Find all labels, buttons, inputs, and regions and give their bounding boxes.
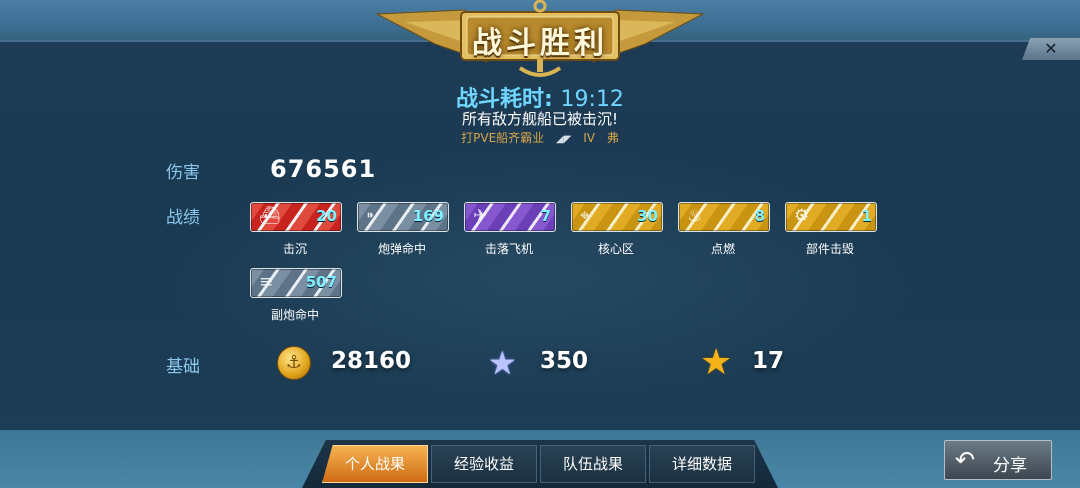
exp-star-icon: ★ bbox=[488, 344, 517, 382]
stat-badge: ⛴ 20 bbox=[250, 202, 342, 232]
share-label: 分享 bbox=[993, 456, 1027, 476]
credits-value: 28160 bbox=[331, 348, 412, 374]
stat-gear[interactable]: ⚙ 1 部件击毁 bbox=[785, 202, 877, 264]
plane-down-icon: ✈ bbox=[473, 206, 488, 226]
stat-badge: ⚙ 1 bbox=[785, 202, 877, 232]
close-icon: ✕ bbox=[1044, 39, 1058, 58]
tab-detailed-data[interactable]: 详细数据 bbox=[649, 445, 755, 483]
fire-icon: ♨ bbox=[687, 206, 703, 226]
ship-tier: IV bbox=[583, 131, 595, 145]
stat-badge: ⌖ 30 bbox=[571, 202, 663, 232]
credits-coin-icon: ⚓ bbox=[277, 346, 311, 380]
stat-caption: 核心区 bbox=[597, 242, 634, 256]
stat-count: 1 bbox=[861, 207, 872, 225]
stat-count: 7 bbox=[540, 207, 551, 225]
stat-shell-hit[interactable]: ⁍ 169 炮弹命中 bbox=[357, 202, 449, 264]
stat-caption: 击落飞机 bbox=[484, 242, 533, 256]
mode-name: 打PVE船齐霸业 bbox=[461, 131, 545, 145]
damage-label: 伤害 bbox=[166, 163, 200, 183]
exp-value: 350 bbox=[540, 348, 589, 374]
share-arrow-icon: ↶ bbox=[955, 446, 976, 474]
citadel-icon: ⌖ bbox=[580, 206, 590, 226]
damage-value: 676561 bbox=[270, 155, 377, 183]
base-label: 基础 bbox=[166, 357, 200, 377]
battle-mode-info: 打PVE船齐霸业 ◢◤ IV 弗 bbox=[340, 129, 740, 146]
shell-hit-icon: ⁍ bbox=[366, 206, 375, 226]
stat-caption: 部件击毁 bbox=[805, 242, 854, 256]
stat-plane-down[interactable]: ✈ 7 击落飞机 bbox=[464, 202, 556, 264]
ship-class-icon: ◢◤ bbox=[556, 134, 572, 145]
sunk-ship-icon: ⛴ bbox=[259, 206, 281, 226]
stat-caption: 点燃 bbox=[710, 242, 735, 256]
stat-caption: 击沉 bbox=[282, 242, 307, 256]
share-button[interactable]: ↶ 分享 bbox=[944, 440, 1052, 480]
stat-citadel[interactable]: ⌖ 30 核心区 bbox=[571, 202, 663, 264]
tab-exp-earnings[interactable]: 经验收益 bbox=[431, 445, 537, 483]
gear-icon: ⚙ bbox=[794, 206, 810, 226]
stat-count: 507 bbox=[305, 273, 337, 291]
battle-result-text: 所有敌方舰船已被击沉! bbox=[461, 110, 618, 128]
elite-exp-value: 17 bbox=[752, 348, 785, 374]
stats-label: 战绩 bbox=[166, 208, 200, 228]
stat-count: 30 bbox=[637, 207, 658, 225]
stat-secondary-gun[interactable]: ≡ 507 副炮命中 bbox=[250, 268, 342, 330]
stat-count: 8 bbox=[754, 207, 765, 225]
stat-sunk-ship[interactable]: ⛴ 20 击沉 bbox=[250, 202, 342, 264]
stat-fire[interactable]: ♨ 8 点燃 bbox=[678, 202, 770, 264]
elite-exp-star-icon: ★ bbox=[700, 342, 733, 383]
stat-badge: ✈ 7 bbox=[464, 202, 556, 232]
stat-caption: 炮弹命中 bbox=[377, 242, 426, 256]
close-button[interactable]: ✕ bbox=[1022, 38, 1080, 60]
stat-count: 20 bbox=[316, 207, 337, 225]
ship-name: 弗 bbox=[606, 131, 619, 145]
secondary-gun-icon: ≡ bbox=[259, 272, 274, 292]
stat-badge: ⁍ 169 bbox=[357, 202, 449, 232]
stat-count: 169 bbox=[412, 207, 444, 225]
victory-badge: 战斗胜利 bbox=[375, 0, 705, 78]
tab-team-results[interactable]: 队伍战果 bbox=[540, 445, 646, 483]
stat-badge: ≡ 507 bbox=[250, 268, 342, 298]
victory-title: 战斗胜利 bbox=[472, 26, 608, 61]
tab-personal-results[interactable]: 个人战果 bbox=[322, 445, 428, 483]
stat-caption: 副炮命中 bbox=[270, 308, 319, 322]
stat-badge: ♨ 8 bbox=[678, 202, 770, 232]
